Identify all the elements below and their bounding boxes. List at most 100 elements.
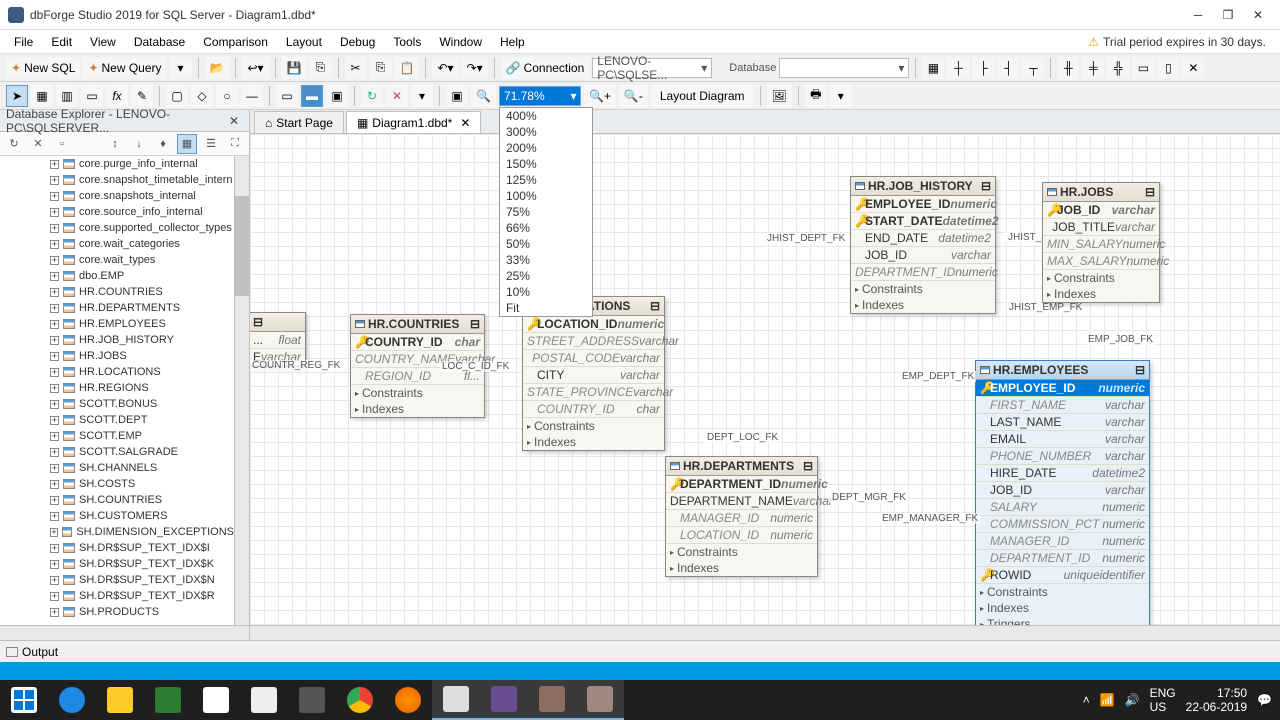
tree-node[interactable]: +SH.CUSTOMERS (0, 508, 234, 524)
menu-view[interactable]: View (82, 32, 124, 52)
taskbar-app2[interactable] (528, 680, 576, 720)
print-dd-button[interactable]: ▾ (830, 85, 852, 107)
tab-start-page[interactable]: ⌂Start Page (254, 111, 344, 133)
save-all-button[interactable]: ⎘ (310, 57, 332, 79)
exp-sort2-button[interactable]: ↓ (129, 134, 149, 154)
taskbar-firefox[interactable] (384, 680, 432, 720)
fit-button[interactable]: ▣ (446, 85, 468, 107)
tree-node[interactable]: +HR.JOBS (0, 348, 234, 364)
exp-filter3-button[interactable]: ☰ (201, 134, 221, 154)
text-tool-button[interactable]: fx (106, 85, 128, 107)
copy-button[interactable]: ⎘ (370, 57, 392, 79)
options-dd-button[interactable]: ▾ (411, 85, 433, 107)
save-button[interactable]: 💾 (282, 57, 307, 79)
history-button[interactable]: ↩▾ (242, 57, 268, 79)
zoom-option[interactable]: 66% (500, 220, 592, 236)
tray-network-icon[interactable]: 📶 (1100, 693, 1115, 707)
explorer-close-button[interactable]: ✕ (225, 114, 243, 128)
tree-node[interactable]: +SH.DR$SUP_TEXT_IDX$I (0, 540, 234, 556)
zoom-option[interactable]: 50% (500, 236, 592, 252)
menu-help[interactable]: Help (492, 32, 533, 52)
zoom-option[interactable]: 300% (500, 124, 592, 140)
tray-lang[interactable]: ENGUS (1150, 686, 1176, 714)
zoom-option[interactable]: 150% (500, 156, 592, 172)
tree-node[interactable]: +HR.DEPARTMENTS (0, 300, 234, 316)
tree-node[interactable]: +HR.COUNTRIES (0, 284, 234, 300)
redo-button[interactable]: ↷▾ (462, 57, 488, 79)
zoom-option[interactable]: 33% (500, 252, 592, 268)
tree-node[interactable]: +HR.EMPLOYEES (0, 316, 234, 332)
cut-button[interactable]: ✂ (345, 57, 367, 79)
zoom-option[interactable]: 200% (500, 140, 592, 156)
layout-opt10-button[interactable]: ▯ (1157, 57, 1179, 79)
tray-up-icon[interactable]: ˄ (1083, 693, 1090, 707)
entity-locations[interactable]: HR.LOCATIONS⊟ 🔑LOCATION_IDnumeric STREET… (522, 296, 665, 451)
zoom-option[interactable]: 100% (500, 188, 592, 204)
tree-node[interactable]: +core.snapshots_internal (0, 188, 234, 204)
entity-jobs[interactable]: HR.JOBS⊟ 🔑JOB_IDvarchar JOB_TITLEvarchar… (1042, 182, 1160, 303)
tree-node[interactable]: +core.source_info_internal (0, 204, 234, 220)
tree-node[interactable]: +SCOTT.EMP (0, 428, 234, 444)
layout-opt7-button[interactable]: ╪ (1082, 57, 1104, 79)
tree-node[interactable]: +dbo.EMP (0, 268, 234, 284)
zoom-find-button[interactable]: 🔍 (471, 85, 496, 107)
new-query-button[interactable]: ✦New Query (83, 57, 166, 79)
zoom-out-button[interactable]: 🔍- (619, 85, 648, 107)
menu-comparison[interactable]: Comparison (195, 32, 276, 52)
cancel-button[interactable]: ✕ (386, 85, 408, 107)
layout-opt3-button[interactable]: ├ (972, 57, 994, 79)
taskbar-store[interactable] (144, 680, 192, 720)
relation-tool-button[interactable]: ▭ (81, 85, 103, 107)
container1-button[interactable]: ▭ (276, 85, 298, 107)
connection-button[interactable]: 🔗Connection (501, 57, 590, 79)
tree-node[interactable]: +core.wait_types (0, 252, 234, 268)
undo-button[interactable]: ↶▾ (432, 57, 458, 79)
refresh-button[interactable]: ↻ (361, 85, 383, 107)
zoom-option[interactable]: 400% (500, 108, 592, 124)
zoom-value[interactable]: 71.78% (500, 89, 566, 103)
entity-employees[interactable]: HR.EMPLOYEES⊟ 🔑EMPLOYEE_IDnumeric FIRST_… (975, 360, 1150, 625)
exp-sort1-button[interactable]: ↕ (105, 134, 125, 154)
layout-opt6-button[interactable]: ╫ (1057, 57, 1079, 79)
print-button[interactable]: 🖶 (805, 85, 827, 107)
diagram-canvas[interactable]: ⊟ ...float Evarchar COUNTR_REG_FK HR.COU… (250, 134, 1280, 625)
shape2-button[interactable]: ◇ (191, 85, 213, 107)
start-button[interactable] (0, 680, 48, 720)
shape4-button[interactable]: — (241, 85, 263, 107)
menu-debug[interactable]: Debug (332, 32, 383, 52)
tray-clock[interactable]: 17:5022-06-2019 (1186, 686, 1247, 715)
tree-node[interactable]: +SH.PRODUCTS (0, 604, 234, 620)
taskbar-explorer[interactable] (96, 680, 144, 720)
minimize-button[interactable]: ─ (1184, 4, 1212, 26)
container2-button[interactable]: ▬ (301, 85, 323, 107)
close-button[interactable]: ✕ (1244, 4, 1272, 26)
zoom-dropdown-icon[interactable]: ▾ (566, 89, 580, 103)
paste-button[interactable]: 📋 (395, 57, 420, 79)
menu-database[interactable]: Database (126, 32, 193, 52)
entity-departments[interactable]: HR.DEPARTMENTS⊟ 🔑DEPARTMENT_IDnumeric DE… (665, 456, 818, 577)
taskbar-app1[interactable] (432, 680, 480, 720)
taskbar-chrome[interactable] (336, 680, 384, 720)
taskbar[interactable]: ˄ 📶 🔊 ENGUS 17:5022-06-2019 💬 (0, 680, 1280, 720)
tree-node[interactable]: +SH.DR$SUP_TEXT_IDX$N (0, 572, 234, 588)
zoom-option[interactable]: 25% (500, 268, 592, 284)
diagram-hscrollbar[interactable] (250, 625, 1280, 640)
tree-node[interactable]: +SH.COSTS (0, 476, 234, 492)
entity-job-history[interactable]: HR.JOB_HISTORY⊟ 🔑EMPLOYEE_IDnumeric 🔑STA… (850, 176, 996, 314)
database-field[interactable]: ▾ (779, 58, 909, 78)
connection-field[interactable]: LENOVO-PC\SQLSE...▾ (592, 58, 712, 78)
tree-node[interactable]: +SCOTT.BONUS (0, 396, 234, 412)
zoom-option[interactable]: 10% (500, 284, 592, 300)
shape3-button[interactable]: ○ (216, 85, 238, 107)
layout-opt9-button[interactable]: ▭ (1132, 57, 1154, 79)
taskbar-dbforge[interactable] (480, 680, 528, 720)
table-tool-button[interactable]: ▦ (31, 85, 53, 107)
shape1-button[interactable]: ▢ (166, 85, 188, 107)
tray-notifications-icon[interactable]: 💬 (1257, 693, 1272, 707)
tree-node[interactable]: +HR.JOB_HISTORY (0, 332, 234, 348)
tray-volume-icon[interactable]: 🔊 (1125, 693, 1140, 707)
tree-node[interactable]: +HR.REGIONS (0, 380, 234, 396)
tree-node[interactable]: +core.purge_info_internal (0, 156, 234, 172)
layout-opt1-button[interactable]: ▦ (922, 57, 944, 79)
exp-filter4-button[interactable]: ⛶ (225, 134, 245, 154)
